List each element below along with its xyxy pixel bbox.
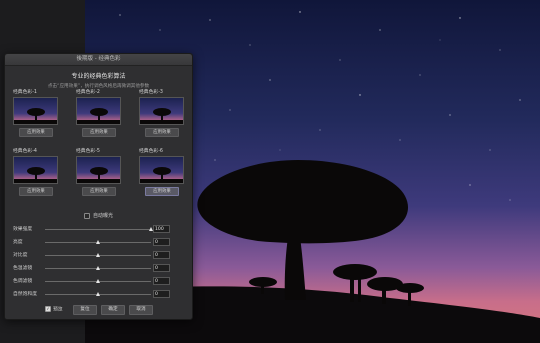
- slider-contrast: 对比度 0: [13, 251, 188, 260]
- preset-4: 经典色彩-4 应用效果: [13, 148, 59, 196]
- slider-vibrance: 自然饱和度 0: [13, 290, 188, 299]
- auto-exposure-toggle[interactable]: 自动曝光: [5, 212, 192, 219]
- preset-2: 经典色彩-2 应用效果: [76, 89, 122, 137]
- slider-label: 效果强度: [13, 227, 33, 232]
- slider-value-field[interactable]: 0: [153, 277, 170, 285]
- slider-tint: 色调滤镜 0: [13, 277, 188, 286]
- slider-label: 自然饱和度: [13, 292, 37, 297]
- preset-thumbnail[interactable]: [13, 97, 58, 125]
- apply-effect-button[interactable]: 应用效果: [145, 128, 179, 137]
- reset-button[interactable]: 复位: [73, 305, 97, 315]
- preset-label: 经典色彩-5: [76, 149, 100, 154]
- slider-label: 色调滤镜: [13, 279, 33, 284]
- preset-5: 经典色彩-5 应用效果: [76, 148, 122, 196]
- preset-thumbnail[interactable]: [13, 156, 58, 184]
- slider-track[interactable]: [45, 266, 151, 270]
- slider-label: 亮度: [13, 240, 23, 245]
- classic-color-dialog: 後期版 - 经典色彩 专业的经典色彩算法 点击“应用效果”，执行调色风格后再微调…: [4, 53, 193, 320]
- slider-track[interactable]: [45, 240, 151, 244]
- slider-handle[interactable]: [95, 240, 100, 244]
- dialog-footer: ✓ 预览 复位 确定 取消: [5, 305, 192, 315]
- cancel-button[interactable]: 取消: [129, 305, 153, 315]
- slider-brightness: 亮度 0: [13, 238, 188, 247]
- preset-label: 经典色彩-4: [13, 149, 37, 154]
- slider-handle[interactable]: [95, 266, 100, 270]
- ok-button[interactable]: 确定: [101, 305, 125, 315]
- preset-6: 经典色彩-6 应用效果: [139, 148, 185, 196]
- preview-label: 预览: [53, 307, 63, 313]
- auto-exposure-label: 自动曝光: [92, 213, 113, 219]
- slider-handle[interactable]: [95, 253, 100, 257]
- slider-label: 对比度: [13, 253, 28, 258]
- slider-track[interactable]: [45, 253, 151, 257]
- slider-handle[interactable]: [95, 279, 100, 283]
- slider-label: 色温滤镜: [13, 266, 33, 271]
- dialog-heading: 专业的经典色彩算法: [71, 73, 126, 80]
- preset-1: 经典色彩-1 应用效果: [13, 89, 59, 137]
- slider-value-field[interactable]: 0: [153, 238, 170, 246]
- slider-strength: 效果强度 100: [13, 225, 188, 234]
- preset-label: 经典色彩-1: [13, 90, 37, 95]
- apply-effect-button[interactable]: 应用效果: [19, 128, 53, 137]
- slider-value-field[interactable]: 0: [153, 264, 170, 272]
- apply-effect-button[interactable]: 应用效果: [145, 187, 179, 196]
- slider-track[interactable]: [45, 292, 151, 296]
- preset-thumbnail[interactable]: [76, 156, 121, 184]
- slider-value-field[interactable]: 100: [153, 225, 170, 233]
- slider-value-field[interactable]: 0: [153, 251, 170, 259]
- preset-label: 经典色彩-2: [76, 90, 100, 95]
- preset-label: 经典色彩-6: [139, 149, 163, 154]
- preview-toggle[interactable]: ✓ 预览: [45, 306, 63, 315]
- preset-label: 经典色彩-3: [139, 90, 163, 95]
- apply-effect-button[interactable]: 应用效果: [82, 128, 116, 137]
- preview-checkbox[interactable]: ✓: [45, 306, 51, 312]
- apply-effect-button[interactable]: 应用效果: [82, 187, 116, 196]
- preset-thumbnail[interactable]: [76, 97, 121, 125]
- slider-value-field[interactable]: 0: [153, 290, 170, 298]
- preset-3: 经典色彩-3 应用效果: [139, 89, 185, 137]
- slider-track[interactable]: [45, 279, 151, 283]
- slider-handle[interactable]: [95, 292, 100, 296]
- dialog-title[interactable]: 後期版 - 经典色彩: [5, 54, 192, 66]
- apply-effect-button[interactable]: 应用效果: [19, 187, 53, 196]
- preset-thumbnail[interactable]: [139, 97, 184, 125]
- auto-exposure-checkbox[interactable]: [83, 212, 90, 219]
- slider-color-temperature: 色温滤镜 0: [13, 264, 188, 273]
- slider-track[interactable]: [45, 227, 153, 231]
- preset-thumbnail[interactable]: [139, 156, 184, 184]
